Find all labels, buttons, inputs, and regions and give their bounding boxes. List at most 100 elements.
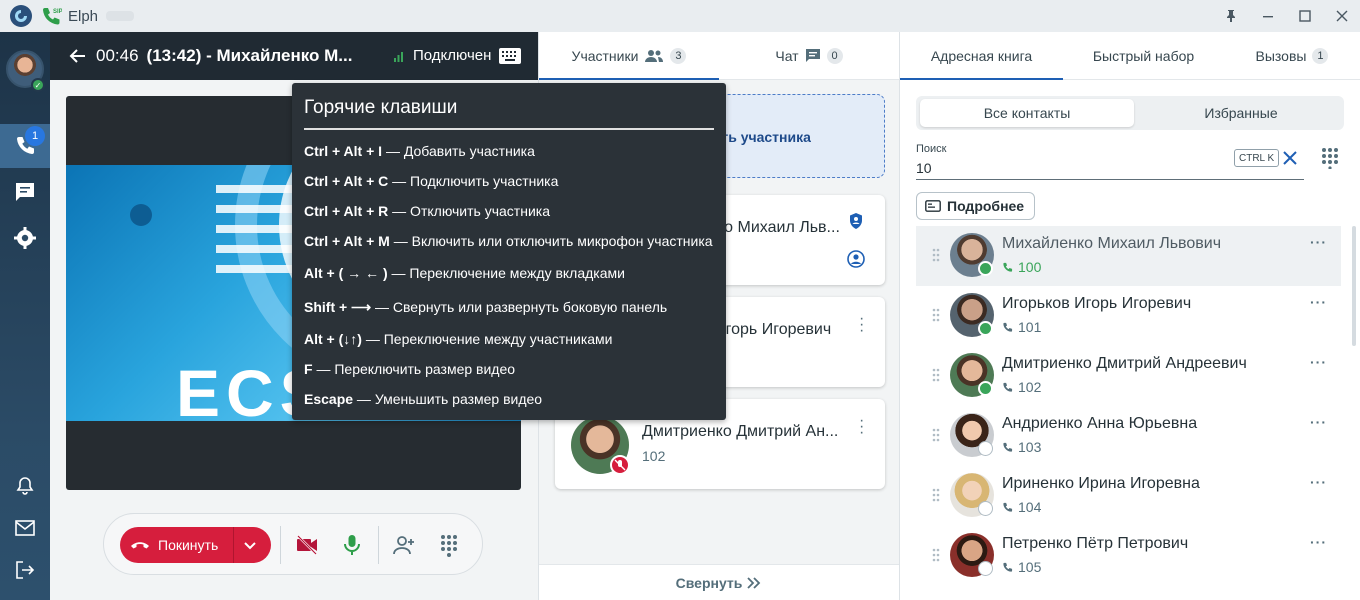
offline-status-icon [978, 501, 993, 516]
contact-row[interactable]: Михайленко Михаил Львович 100 ··· [916, 226, 1341, 286]
participant-name: Дмитриенко Дмитрий Ан... [642, 423, 839, 440]
tab-address-book[interactable]: Адресная книга [900, 32, 1063, 80]
hotkey-row: Ctrl + Alt + M — Включить или отключить … [304, 233, 713, 249]
calls-badge: 1 [25, 126, 45, 146]
contact-row[interactable]: Ириненко Ирина Игоревна 104 ··· [916, 466, 1341, 526]
rail-item-chat[interactable] [0, 170, 50, 214]
details-button[interactable]: Подробнее [916, 192, 1036, 220]
participant-menu-icon[interactable]: · · · [859, 311, 865, 339]
tab-speed-dial[interactable]: Быстрый набор [1063, 32, 1224, 79]
tab-calls[interactable]: Вызовы 1 [1224, 32, 1360, 79]
tab-chat[interactable]: Чат 0 [719, 32, 899, 79]
chat-count: 0 [826, 47, 843, 64]
controls-divider [280, 526, 281, 564]
drag-handle-icon[interactable] [932, 488, 940, 502]
pin-icon [1226, 10, 1235, 22]
drag-handle-icon[interactable] [932, 248, 940, 262]
rail-item-logout[interactable] [0, 548, 50, 592]
call-header: 00:46 (13:42) - Михайленко М... Подключе… [50, 32, 538, 80]
dialpad-button[interactable] [435, 531, 463, 559]
hotkey-row: Ctrl + Alt + C — Подключить участника [304, 173, 559, 189]
minimize-icon [1262, 16, 1273, 18]
contact-number: 101 [1002, 319, 1041, 335]
address-book-panel: Адресная книга Быстрый набор Вызовы 1 Вс… [900, 32, 1360, 600]
rail-item-mail[interactable] [0, 506, 50, 550]
pin-button[interactable] [1212, 0, 1249, 32]
close-button[interactable] [1323, 0, 1360, 32]
chat-icon [16, 183, 34, 201]
contact-number: 100 [1002, 259, 1041, 275]
minimize-button[interactable] [1249, 0, 1286, 32]
hangup-icon [131, 542, 149, 549]
title-bar: SIP Elph [0, 0, 1360, 32]
tab-participants[interactable]: Участники 3 [539, 32, 719, 80]
camera-off-icon [297, 535, 317, 555]
app-logo-icon [10, 5, 32, 27]
hotkey-row: Alt + (↓↑) — Переключение между участник… [304, 331, 613, 347]
contact-row[interactable]: Игорьков Игорь Игоревич 101 ··· [916, 286, 1341, 346]
contact-menu-icon[interactable]: ··· [1310, 474, 1327, 490]
maximize-button[interactable] [1286, 0, 1323, 32]
contact-number: 102 [1002, 379, 1041, 395]
phone-icon [1003, 442, 1013, 452]
rail-item-settings[interactable] [0, 216, 50, 260]
participants-count: 3 [670, 47, 687, 64]
contact-name: Михайленко Михаил Львович [1002, 235, 1222, 252]
tab-speed-dial-label: Быстрый набор [1092, 47, 1195, 64]
collapse-button[interactable]: Свернуть [539, 564, 899, 600]
account-circle-icon [847, 250, 865, 268]
maximize-icon [1298, 10, 1311, 22]
app-title: Elph [68, 7, 99, 25]
contact-menu-icon[interactable]: ··· [1310, 534, 1327, 550]
contact-menu-icon[interactable]: ··· [1310, 294, 1327, 310]
contact-number: 103 [1002, 439, 1041, 455]
participant-menu-icon[interactable]: · · · [859, 413, 865, 441]
microphone-button[interactable] [338, 531, 366, 559]
hotkey-row: Ctrl + Alt + R — Отключить участника [304, 203, 550, 219]
rail-item-notifications[interactable] [0, 464, 50, 508]
dialpad-icon[interactable] [1321, 147, 1339, 169]
contacts-filter: Все контакты Избранные [916, 96, 1344, 130]
participant-number: 102 [642, 448, 666, 464]
mail-icon [15, 520, 35, 536]
contact-row[interactable]: Андриенко Анна Юрьевна 103 ··· [916, 406, 1341, 466]
clear-search-button[interactable] [1282, 146, 1298, 172]
contact-menu-icon[interactable]: ··· [1310, 234, 1327, 250]
online-status-icon [978, 261, 993, 276]
contact-name: Игорьков Игорь Игоревич [1002, 295, 1192, 312]
leave-divider [233, 527, 234, 563]
dialpad-icon [441, 535, 457, 557]
tab-chat-label: Чат [775, 47, 799, 64]
contacts-list: Михайленко Михаил Львович 100 ··· Игорьк… [916, 226, 1350, 600]
left-rail: ✓ 1 [0, 32, 50, 600]
contact-row[interactable]: Петренко Пётр Петрович 105 ··· [916, 526, 1341, 586]
keyboard-icon[interactable] [499, 48, 521, 64]
people-icon [645, 49, 664, 62]
hotkeys-divider [304, 128, 714, 130]
microphone-icon [344, 535, 360, 555]
drag-handle-icon[interactable] [932, 368, 940, 382]
contact-row[interactable]: Дмитриенко Дмитрий Андреевич 102 ··· [916, 346, 1341, 406]
contact-menu-icon[interactable]: ··· [1310, 414, 1327, 430]
back-arrow-icon[interactable] [68, 46, 88, 66]
contacts-scrollbar[interactable] [1352, 226, 1356, 346]
camera-off-button[interactable] [293, 531, 321, 559]
controls-divider [378, 526, 379, 564]
phone-icon [1003, 562, 1013, 572]
contact-card-icon [925, 200, 941, 212]
drag-handle-icon[interactable] [932, 308, 940, 322]
hotkeys-title: Горячие клавиши [304, 97, 458, 118]
drag-handle-icon[interactable] [932, 428, 940, 442]
shield-icon [850, 213, 862, 229]
leave-button[interactable]: Покинуть [120, 527, 271, 563]
offline-status-icon [978, 441, 993, 456]
drag-handle-icon[interactable] [932, 548, 940, 562]
double-chevron-right-icon [747, 576, 761, 589]
contact-number: 105 [1002, 559, 1041, 575]
favorites-button[interactable]: Избранные [1134, 99, 1348, 127]
chevron-down-icon[interactable] [240, 535, 260, 555]
contact-menu-icon[interactable]: ··· [1310, 354, 1327, 370]
all-contacts-button[interactable]: Все контакты [920, 99, 1134, 127]
contact-number: 104 [1002, 499, 1041, 515]
add-participant-button[interactable] [390, 531, 418, 559]
